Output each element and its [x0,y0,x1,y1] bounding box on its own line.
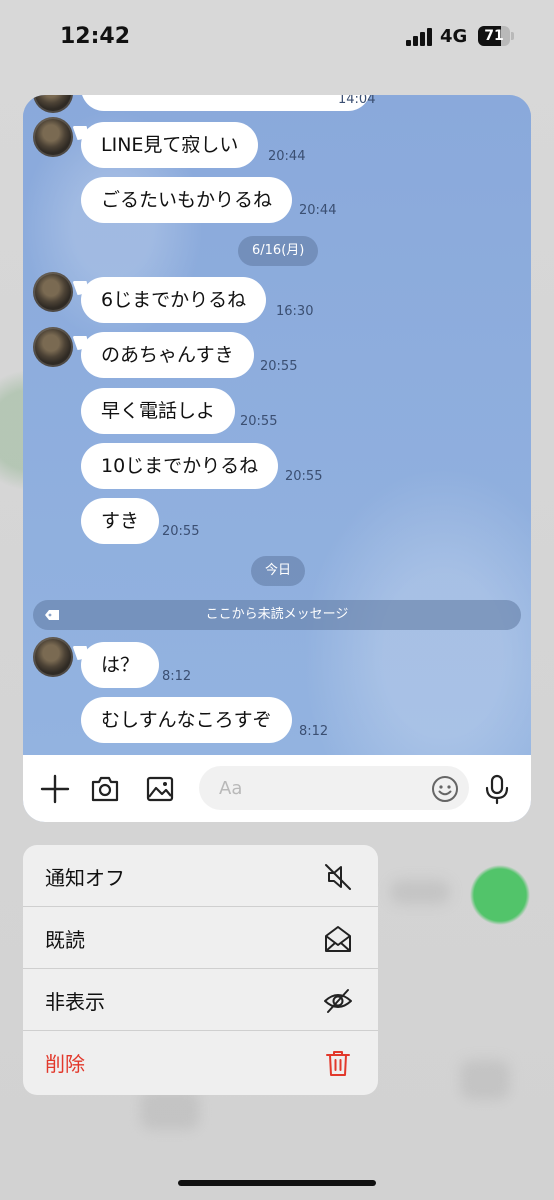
context-menu: 通知オフ 既読 非表示 削除 [23,845,378,1095]
message-time: 20:55 [285,469,323,484]
home-indicator[interactable] [178,1180,376,1186]
message-bubble[interactable]: LINE見て寂しい [81,122,259,168]
unread-divider: ここから未読メッセージ [33,600,521,630]
status-bar: 12:42 4G 71 [0,0,554,80]
date-separator: 今日 [251,556,306,586]
menu-item-mark-read[interactable]: 既読 [23,907,378,969]
avatar[interactable] [33,117,73,157]
message-bubble[interactable]: すき [81,498,160,544]
message-input[interactable] [199,766,469,810]
emoji-icon[interactable] [431,775,459,803]
menu-item-hide[interactable]: 非表示 [23,969,378,1031]
message-time: 20:44 [299,203,337,218]
avatar[interactable] [33,95,73,113]
status-time: 12:42 [60,24,131,49]
message-bubble[interactable]: のあちゃんすき [81,332,254,378]
microphone-icon[interactable] [481,773,513,805]
menu-item-mute[interactable]: 通知オフ [23,845,378,907]
avatar[interactable] [33,637,73,677]
message-time: 20:55 [162,524,200,539]
message-bubble[interactable]: 6じまでかりるね [81,277,267,323]
cellular-signal-icon [406,28,434,46]
unread-divider-label: ここから未読メッセージ [205,607,349,622]
message-bubble[interactable]: は？ [81,642,160,688]
date-separator: 6/16(月) [238,236,319,266]
network-type: 4G [440,26,468,47]
menu-item-label: 削除 [45,1052,85,1076]
battery-level: 71 [484,28,504,44]
camera-icon[interactable] [89,773,121,805]
menu-item-label: 通知オフ [45,866,125,890]
chat-preview-card[interactable]: 14:04 LINE見て寂しい 20:44 ごるたいもかりるね 20:44 6/… [23,95,531,822]
partial-message-bubble [81,95,371,111]
message-time: 20:55 [240,414,278,429]
image-icon[interactable] [144,773,176,805]
plus-icon[interactable] [39,773,71,805]
message-bubble[interactable]: むしすんなころすぞ [81,697,292,743]
avatar[interactable] [33,327,73,367]
eye-slash-icon [324,989,352,1013]
message-input-bar [23,755,531,822]
message-bubble[interactable]: 10じまでかりるね [81,443,279,489]
avatar[interactable] [33,272,73,312]
menu-item-delete[interactable]: 削除 [23,1031,378,1093]
message-time: 8:12 [162,669,192,684]
menu-item-label: 非表示 [45,990,105,1014]
message-time: 8:12 [299,724,329,739]
battery-icon: 71 [478,26,514,46]
trash-icon [326,1051,350,1076]
message-bubble[interactable]: ごるたいもかりるね [81,177,293,223]
menu-item-label: 既読 [45,928,85,952]
muted-speaker-icon [325,864,351,890]
message-bubble[interactable]: 早く電話しよ [81,388,236,434]
open-envelope-icon [325,926,351,952]
message-time: 20:55 [260,359,298,374]
message-time: 14:04 [338,95,376,107]
tag-icon [45,610,59,620]
chat-message-area[interactable]: 14:04 LINE見て寂しい 20:44 ごるたいもかりるね 20:44 6/… [23,95,531,755]
message-time: 20:44 [268,149,306,164]
message-time: 16:30 [276,304,314,319]
